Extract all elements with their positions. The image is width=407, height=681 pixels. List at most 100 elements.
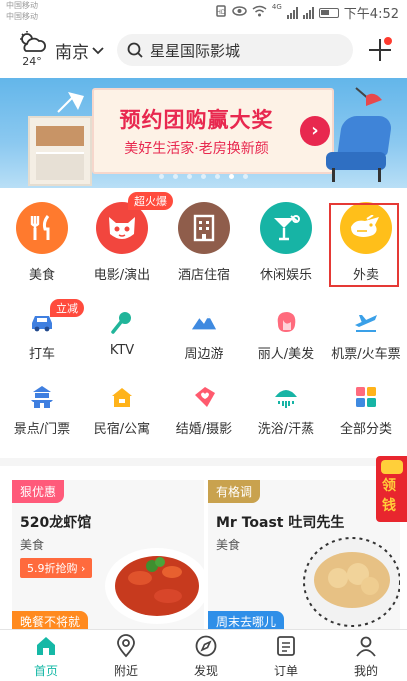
tab-label: 发现 (193, 664, 218, 678)
city-selector[interactable]: 南京 (55, 38, 104, 63)
highlight-box (329, 203, 399, 287)
sub-category-label: KTV (109, 343, 135, 358)
deal-price-button[interactable]: 5.9折抢购 › (20, 558, 93, 578)
deal-category: 美食 (20, 538, 45, 552)
cocktail-icon (260, 202, 312, 254)
status-icons: HD 4G 下午4:52 (215, 3, 399, 22)
main-category-item[interactable]: 美食 (2, 202, 82, 283)
main-category-item[interactable]: 休闲娱乐 (246, 202, 326, 283)
carousel-dot[interactable] (243, 174, 248, 179)
search-bar[interactable]: 星星国际影城 (117, 34, 353, 66)
carrier-name: 中国移动 (6, 1, 38, 10)
city-name: 南京 (55, 43, 89, 63)
building-icon (178, 202, 230, 254)
banner-title: 预约团购赢大奖 (119, 108, 274, 132)
lamp-illustration-2 (355, 87, 382, 106)
compass-icon (166, 634, 246, 658)
search-icon (127, 42, 143, 58)
temperature: 24° (22, 55, 42, 68)
heart-tag-icon (191, 384, 217, 410)
sub-category-item[interactable]: 全部分类 (326, 384, 406, 437)
sub-category-item[interactable]: 周边游 (164, 309, 244, 362)
search-input[interactable]: 星星国际影城 (150, 40, 240, 61)
eye-comfort-icon (232, 5, 247, 21)
deal-category: 美食 (216, 538, 241, 552)
sub-category-label: 景点/门票 (13, 422, 71, 437)
deal-bottom-tag: 周末去哪儿 (208, 611, 285, 630)
plane-icon (353, 309, 379, 335)
tab-location-pin[interactable]: 附近 (86, 634, 166, 679)
tab-order-list[interactable]: 订单 (246, 634, 326, 679)
carousel-dot[interactable] (187, 174, 192, 179)
order-list-icon (246, 634, 326, 658)
deal-title: Mr Toast 吐司先生 (216, 515, 345, 531)
temple-icon (29, 384, 55, 410)
sub-category-label: 周边游 (184, 347, 224, 362)
carousel-dot[interactable] (173, 174, 178, 179)
cloud-sun-icon (20, 31, 46, 52)
wifi-icon (252, 5, 267, 21)
sim-icon: HD (215, 4, 227, 21)
sub-category-item[interactable]: 结婚/摄影 (164, 384, 244, 437)
main-category-item[interactable]: 超火爆 电影/演出 (82, 192, 173, 283)
main-category-item[interactable]: 酒店住宿 (164, 202, 244, 283)
network-type: 4G (271, 3, 282, 11)
deal-bottom-tag: 晚餐不将就 (12, 611, 89, 630)
tab-label: 订单 (273, 664, 298, 678)
sub-category-label: 民宿/公寓 (93, 422, 151, 437)
home-icon (6, 634, 86, 658)
signal-strength-icon (286, 6, 298, 19)
fork-knife-icon (16, 202, 68, 254)
discount-badge: 立减 (50, 299, 84, 317)
sub-category-item[interactable]: 丽人/美发 (246, 309, 326, 362)
deal-card[interactable]: 狠优惠 520龙虾馆 美食 5.9折抢购 › 晚餐不将就 (12, 480, 204, 630)
grid-icon (353, 384, 379, 410)
red-packet-face-icon (381, 460, 403, 474)
main-category-label: 电影/演出 (93, 268, 151, 283)
status-bar: 中国移动 中国移动 HD 4G 下午4:52 (0, 0, 407, 24)
sub-category-item[interactable]: 民宿/公寓 (82, 384, 162, 437)
microphone-icon (109, 309, 135, 335)
mountain-icon (191, 309, 217, 335)
banner-card[interactable]: 预约团购赢大奖 美好生活家·老房换新颜 › (92, 88, 334, 174)
top-header: 24° 南京 星星国际影城 (0, 24, 407, 78)
red-packet-button[interactable]: 领钱 (376, 456, 407, 522)
sub-category-item[interactable]: 立减 打车 (2, 299, 84, 362)
carousel-dots (0, 174, 407, 179)
deal-tag: 狠优惠 (12, 480, 65, 503)
sub-category-label: 丽人/美发 (257, 347, 315, 362)
user-icon (326, 634, 406, 658)
sub-category-item[interactable]: 洗浴/汗蒸 (246, 384, 326, 437)
tab-compass[interactable]: 发现 (166, 634, 246, 679)
deal-card[interactable]: 有格调 Mr Toast 吐司先生 美食 周末去哪儿 (208, 480, 400, 630)
main-category-label: 休闲娱乐 (259, 268, 312, 283)
red-packet-label: 领钱 (382, 478, 396, 514)
weather-widget[interactable]: 24° (16, 30, 48, 68)
shower-icon (273, 384, 299, 410)
tab-user[interactable]: 我的 (326, 634, 406, 679)
main-category-label: 美食 (28, 268, 55, 283)
signal-strength-icon-2 (302, 6, 314, 19)
sub-category-item[interactable]: 景点/门票 (2, 384, 82, 437)
carousel-dot[interactable] (215, 174, 220, 179)
svg-text:HD: HD (216, 9, 226, 16)
toast-dish-image (303, 537, 400, 627)
sub-category-item[interactable]: KTV (82, 309, 162, 358)
bottom-tab-bar: 首页 附近 发现 订单 我的 (0, 629, 407, 681)
lobster-dish-image (105, 548, 204, 624)
tab-label: 附近 (113, 664, 138, 678)
sub-category-label: 机票/火车票 (331, 347, 401, 362)
carousel-dot[interactable] (229, 174, 234, 179)
carousel-dot[interactable] (159, 174, 164, 179)
battery-icon (318, 7, 339, 18)
tab-home[interactable]: 首页 (6, 634, 86, 679)
sub-category-item[interactable]: 机票/火车票 (326, 309, 406, 362)
location-pin-icon (86, 634, 166, 658)
deal-tag: 有格调 (208, 480, 261, 503)
sub-category-label: 结婚/摄影 (175, 422, 233, 437)
carousel-dot[interactable] (201, 174, 206, 179)
sub-category-label: 全部分类 (339, 422, 392, 437)
promo-banner[interactable]: 预约团购赢大奖 美好生活家·老房换新颜 › (0, 78, 407, 188)
house-icon (109, 384, 135, 410)
notification-dot (384, 37, 392, 45)
